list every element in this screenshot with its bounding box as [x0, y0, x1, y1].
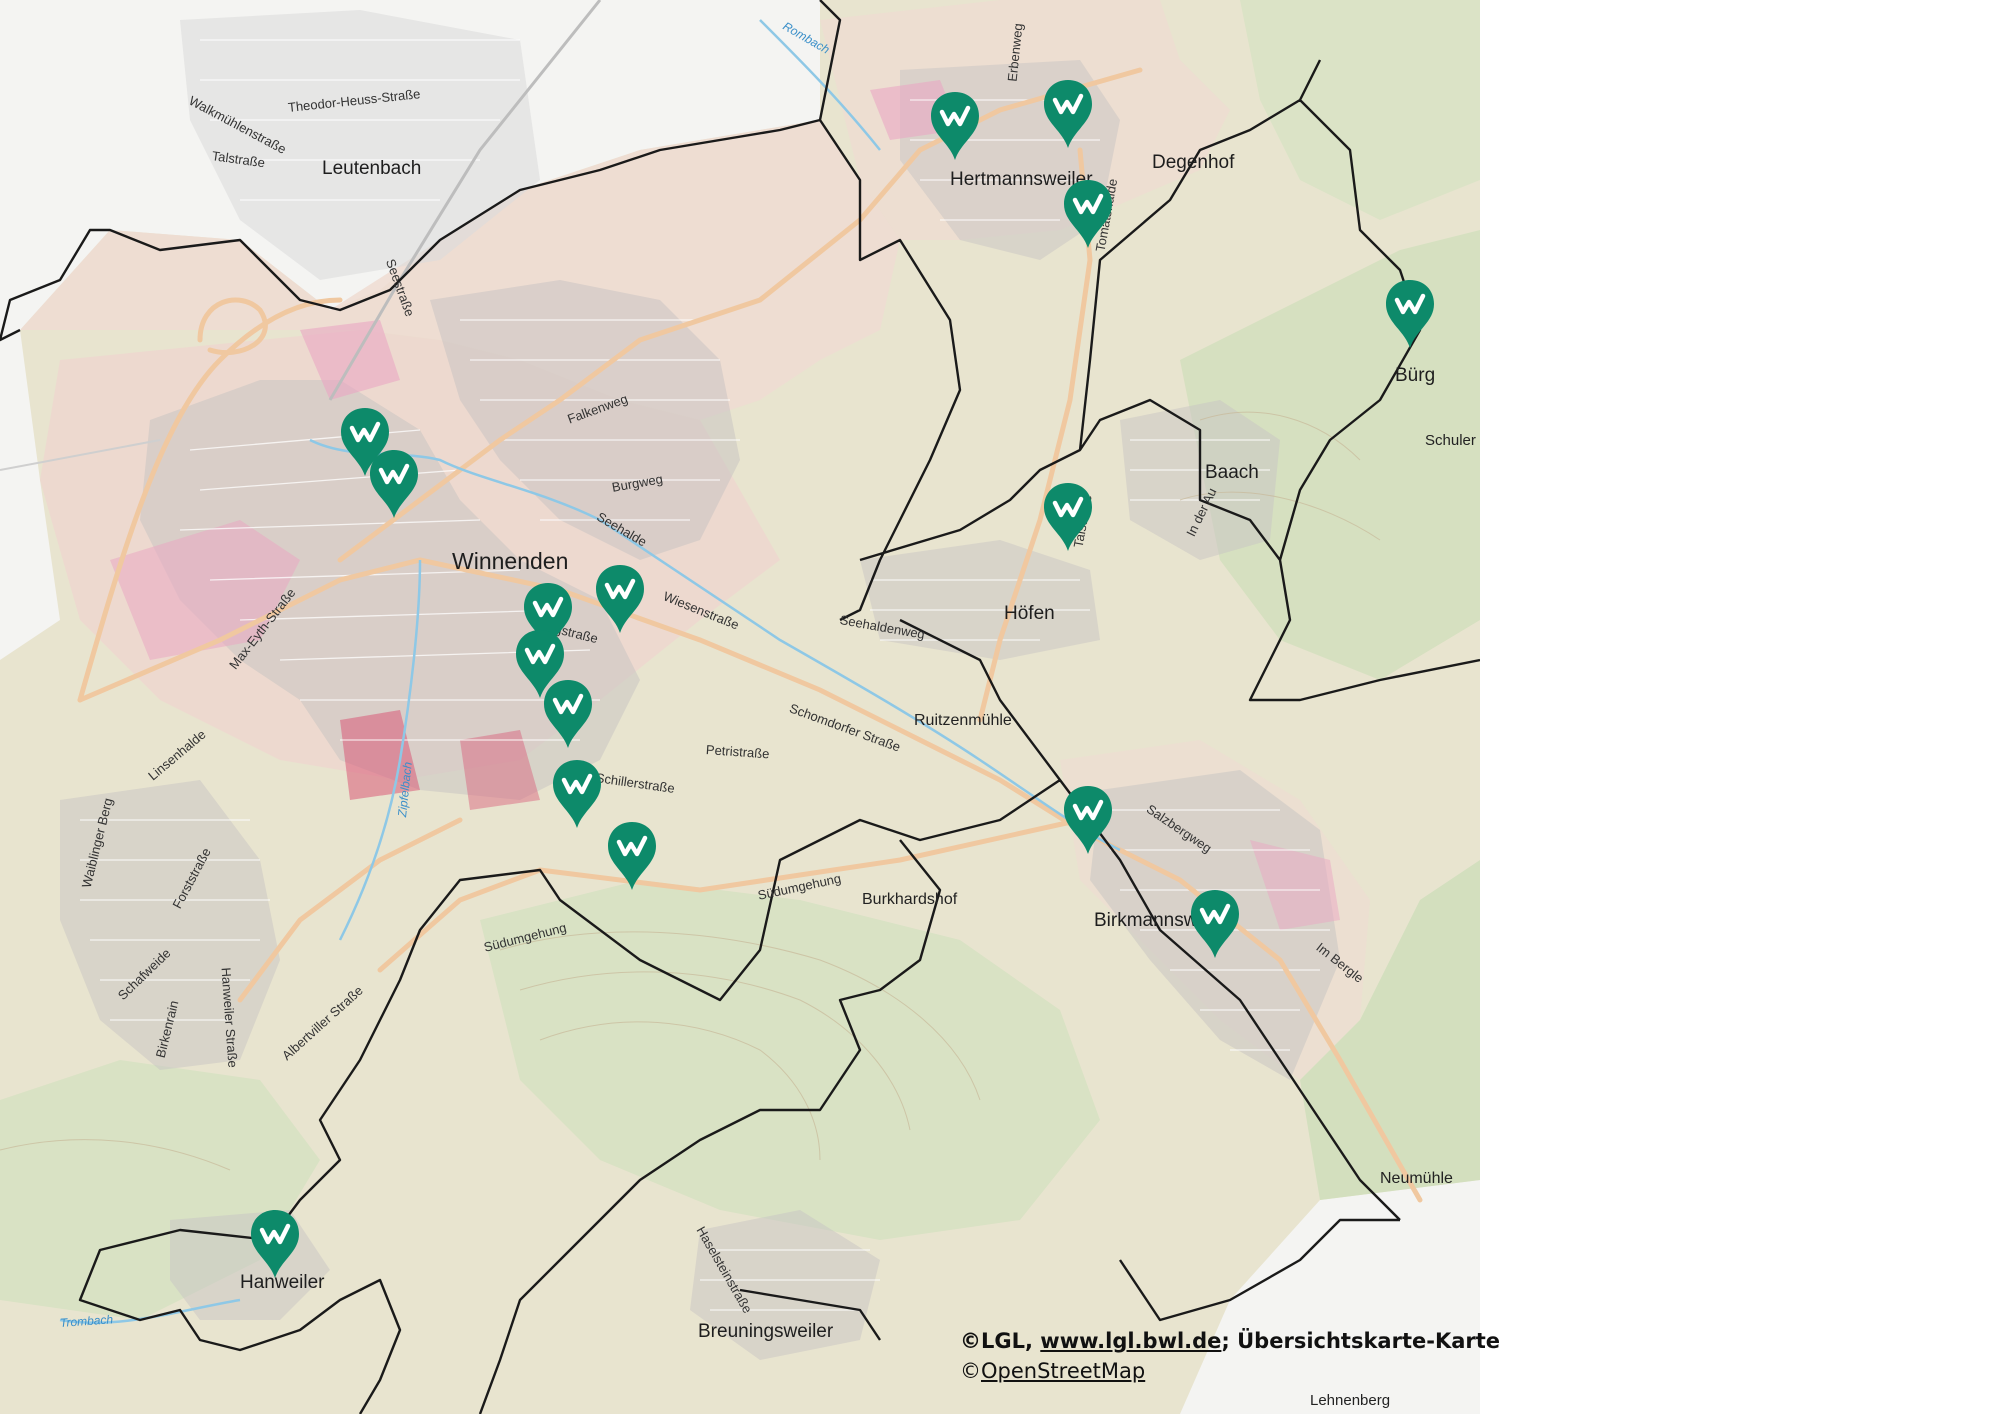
- place-label-neumuehle: Neumühle: [1380, 1170, 1453, 1187]
- place-label-ruitzenmuehle: Ruitzenmühle: [914, 712, 1012, 729]
- location-marker-pin[interactable]: [594, 563, 646, 635]
- place-label-buerg: Bürg: [1395, 365, 1436, 386]
- place-label-breuningsweiler: Breuningsweiler: [698, 1321, 834, 1342]
- location-marker-pin[interactable]: [551, 758, 603, 830]
- location-marker-pin[interactable]: [1062, 784, 1114, 856]
- wunderlich-w-marker-icon: [370, 450, 418, 518]
- wunderlich-w-marker-icon: [1044, 483, 1092, 551]
- location-marker-pin[interactable]: [368, 448, 420, 520]
- map-background: [0, 0, 1480, 1414]
- map-attribution: ©LGL, www.lgl.bwl.de; Übersichtskarte-Ka…: [960, 1326, 1500, 1386]
- location-marker-pin[interactable]: [542, 678, 594, 750]
- attribution-line-osm: ©OpenStreetMap: [960, 1359, 1146, 1383]
- wunderlich-w-marker-icon: [1044, 80, 1092, 148]
- attribution-line-lgl: ©LGL, www.lgl.bwl.de; Übersichtskarte-Ka…: [960, 1329, 1501, 1353]
- place-label-leutenbach: Leutenbach: [322, 158, 422, 179]
- wunderlich-w-marker-icon: [553, 760, 601, 828]
- place-label-lehnenberg: Lehnenberg: [1310, 1392, 1391, 1409]
- location-marker-pin[interactable]: [929, 90, 981, 162]
- place-label-degenhof: Degenhof: [1152, 152, 1235, 173]
- place-label-schuler: Schuler: [1425, 432, 1476, 449]
- wunderlich-w-marker-icon: [596, 565, 644, 633]
- place-label-burkhardshof: Burkhardshof: [862, 891, 958, 908]
- lgl-link[interactable]: www.lgl.bwl.de: [1040, 1329, 1221, 1353]
- openstreetmap-link[interactable]: OpenStreetMap: [981, 1359, 1145, 1383]
- wunderlich-w-marker-icon: [1191, 890, 1239, 958]
- wunderlich-w-marker-icon: [1064, 786, 1112, 854]
- location-marker-pin[interactable]: [1062, 178, 1114, 250]
- wunderlich-w-marker-icon: [931, 92, 979, 160]
- map-canvas[interactable]: Leutenbach Winnenden Hertmannsweiler Deg…: [0, 0, 1480, 1414]
- location-marker-pin[interactable]: [606, 820, 658, 892]
- location-marker-pin[interactable]: [1042, 78, 1094, 150]
- location-marker-pin[interactable]: [1189, 888, 1241, 960]
- location-marker-pin[interactable]: [1384, 278, 1436, 350]
- location-marker-pin[interactable]: [1042, 481, 1094, 553]
- wunderlich-w-marker-icon: [251, 1210, 299, 1278]
- wunderlich-w-marker-icon: [608, 822, 656, 890]
- place-label-baach: Baach: [1205, 462, 1259, 483]
- wunderlich-w-marker-icon: [1386, 280, 1434, 348]
- wunderlich-w-marker-icon: [544, 680, 592, 748]
- location-marker-pin[interactable]: [249, 1208, 301, 1280]
- wunderlich-w-marker-icon: [1064, 180, 1112, 248]
- place-label-hoefen: Höfen: [1004, 603, 1055, 624]
- place-label-winnenden: Winnenden: [452, 548, 569, 574]
